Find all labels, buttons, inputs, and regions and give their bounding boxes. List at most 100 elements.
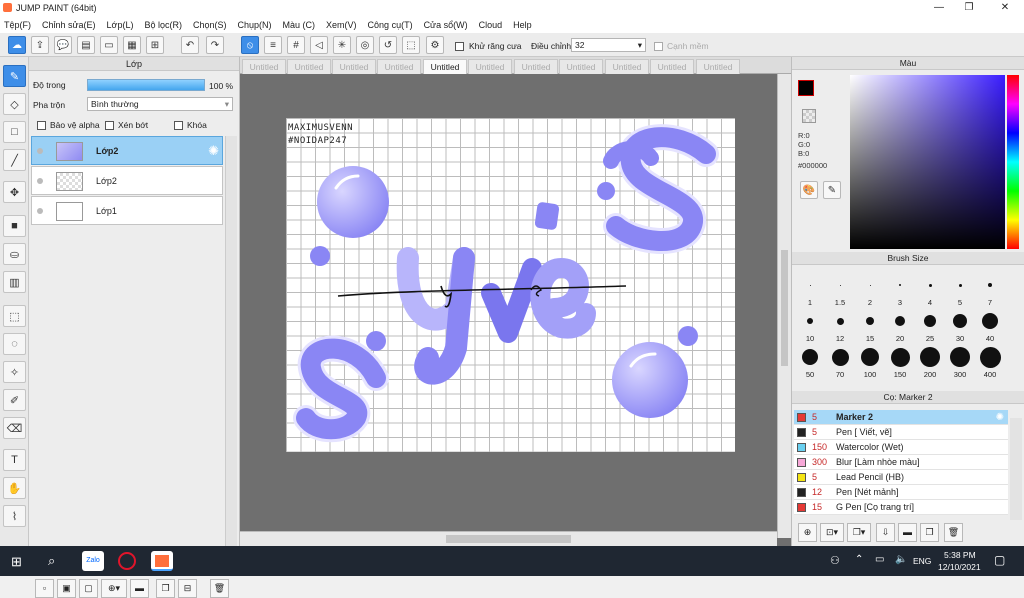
people-icon[interactable]: ⚇: [830, 554, 840, 567]
new-layer-alt-icon[interactable]: ▣: [57, 579, 76, 598]
cloud-icon[interactable]: ☁: [8, 36, 26, 54]
brush-size-option[interactable]: 7: [975, 274, 1005, 307]
menu-color[interactable]: Màu (C): [283, 20, 316, 30]
layer-scrollbar[interactable]: [225, 136, 237, 568]
new-layer-icon[interactable]: ▫: [35, 579, 54, 598]
tab-untitled[interactable]: Untitled: [696, 59, 740, 74]
brush-list-item[interactable]: 5 Lead Pencil (HB): [794, 470, 1008, 485]
tab-untitled[interactable]: Untitled: [559, 59, 603, 74]
no-ruler-icon[interactable]: ⦸: [241, 36, 259, 54]
maximize-button[interactable]: ❐: [954, 0, 984, 16]
brush-size-option[interactable]: 20: [885, 310, 915, 343]
layout-icon[interactable]: ⊞: [146, 36, 164, 54]
gradient-tool-icon[interactable]: ▥: [3, 271, 26, 293]
opacity-slider[interactable]: [87, 79, 205, 91]
move-tool-icon[interactable]: ✥: [3, 181, 26, 203]
hue-slider[interactable]: [1007, 75, 1019, 249]
brush-size-option[interactable]: 25: [915, 310, 945, 343]
visibility-icon[interactable]: [37, 148, 43, 154]
menu-tools[interactable]: Công cụ(T): [368, 20, 413, 30]
vertical-scroll-thumb[interactable]: [781, 250, 788, 366]
snap-settings-icon[interactable]: ⚙: [426, 36, 444, 54]
minimize-button[interactable]: —: [924, 0, 954, 16]
trash-icon[interactable]: 🗑: [944, 523, 963, 542]
protect-alpha-checkbox[interactable]: Bảo vệ alpha: [37, 120, 100, 131]
tab-untitled[interactable]: Untitled: [514, 59, 558, 74]
menu-cloud[interactable]: Cloud: [479, 20, 503, 30]
undo-icon[interactable]: ↶: [181, 36, 199, 54]
brush-size-option[interactable]: 200: [915, 346, 945, 379]
tab-untitled[interactable]: Untitled: [377, 59, 421, 74]
antialias-checkbox[interactable]: [455, 41, 468, 52]
brush-size-option[interactable]: 2: [855, 274, 885, 307]
menu-filter[interactable]: Bộ lọc(R): [144, 20, 182, 30]
close-button[interactable]: ✕: [990, 0, 1020, 16]
chevron-up-icon[interactable]: ⌃: [855, 554, 863, 565]
visibility-icon[interactable]: [37, 208, 43, 214]
brush-size-option[interactable]: 40: [975, 310, 1005, 343]
jump-paint-taskbar-icon[interactable]: [151, 551, 173, 571]
menu-window[interactable]: Cửa sổ(W): [424, 20, 468, 30]
curve-ruler-icon[interactable]: ↺: [379, 36, 397, 54]
visibility-icon[interactable]: [37, 178, 43, 184]
export-icon[interactable]: ⇪: [31, 36, 49, 54]
menu-capture[interactable]: Chụp(N): [238, 20, 272, 30]
page-icon[interactable]: ▭: [100, 36, 118, 54]
tab-untitled[interactable]: Untitled: [287, 59, 331, 74]
canvas-paper[interactable]: MAXIMUSVENN #NOIDAP247: [286, 118, 735, 452]
windows-start-icon[interactable]: ⊞: [11, 554, 22, 570]
foreground-color-swatch[interactable]: [798, 80, 814, 96]
eyedropper-tool-icon[interactable]: ⌇: [3, 505, 26, 527]
menu-layer[interactable]: Lớp(L): [107, 20, 134, 30]
palette-icon[interactable]: 🎨: [800, 181, 818, 199]
tab-untitled[interactable]: Untitled: [468, 59, 512, 74]
brush-list-item[interactable]: 12 Pen [Nét mảnh]: [794, 485, 1008, 500]
tab-untitled-active[interactable]: Untitled: [423, 59, 467, 74]
notification-icon[interactable]: ▢: [994, 553, 1005, 567]
clip-checkbox[interactable]: Xén bớt: [105, 120, 148, 131]
transparent-swatch[interactable]: [802, 109, 816, 123]
brush-size-option[interactable]: 400: [975, 346, 1005, 379]
tab-untitled[interactable]: Untitled: [605, 59, 649, 74]
brush-list-item[interactable]: 300 Blur [Làm nhòe màu]: [794, 455, 1008, 470]
smooth-checkbox[interactable]: Cạnh mềm: [654, 41, 709, 52]
brush-list-item[interactable]: 150 Watercolor (Wet): [794, 440, 1008, 455]
tab-untitled[interactable]: Untitled: [650, 59, 694, 74]
brush-size-option[interactable]: 12: [825, 310, 855, 343]
brush-size-option[interactable]: 3: [885, 274, 915, 307]
brush-size-option[interactable]: 1.5: [825, 274, 855, 307]
tab-untitled[interactable]: Untitled: [242, 59, 286, 74]
horizontal-scrollbar[interactable]: [240, 531, 777, 546]
search-icon[interactable]: ⌕: [48, 553, 55, 569]
brush-list-item[interactable]: 15 G Pen [Cọ trang trí]: [794, 500, 1008, 515]
layer-row-3[interactable]: Lớp1: [31, 196, 223, 225]
menu-select[interactable]: Chọn(S): [193, 20, 227, 30]
gear-icon[interactable]: ✺: [208, 143, 219, 159]
redo-icon[interactable]: ↷: [206, 36, 224, 54]
menu-file[interactable]: Tệp(F): [4, 20, 31, 30]
menu-help[interactable]: Help: [513, 20, 532, 30]
brush-export-icon[interactable]: ⇩: [876, 523, 895, 542]
brush-list-item[interactable]: 5 Marker 2 ✺: [794, 410, 1008, 425]
lasso-select-icon[interactable]: ◌: [3, 333, 26, 355]
rect-select-icon[interactable]: ⬚: [3, 305, 26, 327]
copy-layer-icon[interactable]: ❐: [156, 579, 175, 598]
brush-duplicate-icon[interactable]: ❐: [920, 523, 939, 542]
brush-add-icon[interactable]: ⊕: [798, 523, 817, 542]
brush-size-option[interactable]: 15: [855, 310, 885, 343]
zalo-app-icon[interactable]: Zalo: [82, 551, 104, 571]
horizontal-scroll-thumb[interactable]: [446, 535, 571, 543]
brush-size-option[interactable]: 100: [855, 346, 885, 379]
layer-row-1[interactable]: Lớp2 ✺: [31, 136, 223, 165]
menu-edit[interactable]: Chỉnh sửa(E): [42, 20, 96, 30]
parallel-ruler-icon[interactable]: ≡: [264, 36, 282, 54]
dialog-icon[interactable]: ▤: [77, 36, 95, 54]
perspective-ruler-icon[interactable]: ◁: [310, 36, 328, 54]
speech-bubble-icon[interactable]: 💬: [54, 36, 72, 54]
bucket-tool-icon[interactable]: ⛀: [3, 243, 26, 265]
grid-ruler-icon[interactable]: #: [287, 36, 305, 54]
gear-icon[interactable]: ✺: [996, 410, 1004, 425]
text-tool-icon[interactable]: T: [3, 449, 26, 471]
rectangle-tool-icon[interactable]: □: [3, 121, 26, 143]
adjust-dropdown[interactable]: 32 ▾: [571, 38, 646, 52]
